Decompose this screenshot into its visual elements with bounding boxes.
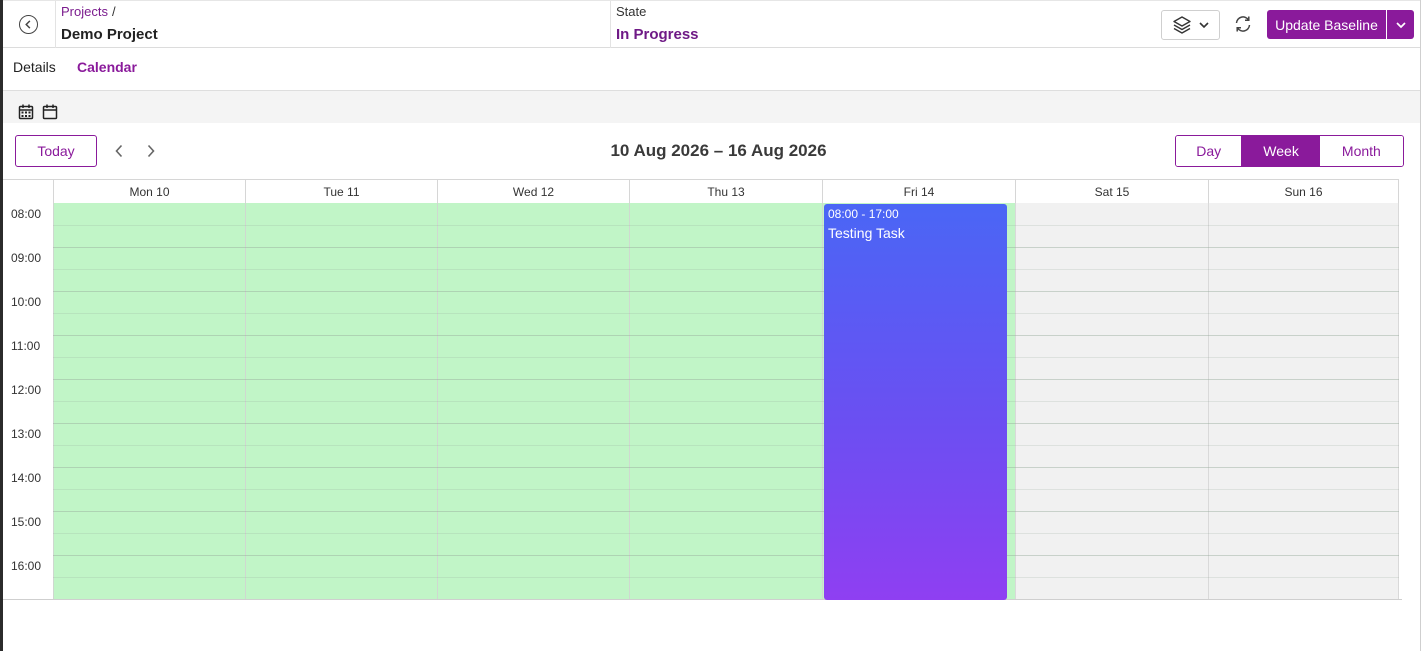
layers-dropdown-button[interactable] [1161, 10, 1220, 40]
day-header: Tue 11 [245, 179, 437, 203]
back-button[interactable] [19, 15, 38, 34]
half-hour-gridline [53, 269, 1399, 270]
breadcrumb-separator: / [111, 4, 116, 19]
half-hour-gridline [53, 357, 1399, 358]
day-header: Wed 12 [437, 179, 629, 203]
header-divider [610, 1, 611, 48]
refresh-icon [1235, 16, 1251, 32]
time-label: 08:00 [11, 207, 42, 221]
breadcrumb-projects-link[interactable]: Projects [61, 4, 108, 19]
view-week-button[interactable]: Week [1242, 136, 1320, 166]
view-month-button[interactable]: Month [1319, 136, 1403, 166]
tab-calendar[interactable]: Calendar [77, 59, 137, 75]
back-circle-icon [25, 20, 31, 29]
refresh-button[interactable] [1231, 12, 1255, 36]
tab-details[interactable]: Details [13, 59, 56, 75]
half-hour-gridline [53, 313, 1399, 314]
view-switcher: Day Week Month [1175, 135, 1404, 167]
state-label: State [616, 4, 647, 19]
day-header: Fri 14 [822, 179, 1015, 203]
hour-gridline [53, 511, 1399, 512]
time-label: 09:00 [11, 251, 42, 265]
time-label: 16:00 [11, 559, 42, 573]
update-baseline-button[interactable]: Update Baseline [1267, 10, 1386, 39]
half-hour-gridline [53, 401, 1399, 402]
time-label: 12:00 [11, 383, 42, 397]
day-header: Thu 13 [629, 179, 822, 203]
hour-gridline [53, 423, 1399, 424]
week-grid: Mon 10 Tue 11 Wed 12 Thu 13 Fri 14 Sat 15 Sun … [3, 179, 1402, 600]
half-hour-gridline [53, 445, 1399, 446]
update-baseline-menu-button[interactable] [1387, 10, 1414, 39]
grid-bottom-border [3, 599, 1402, 600]
page-title: Demo Project [61, 26, 158, 43]
day-header: Sun 16 [1208, 179, 1399, 203]
day-header: Mon 10 [53, 179, 245, 203]
time-label: 11:00 [11, 339, 41, 353]
calendar-grid-icon[interactable] [18, 104, 34, 120]
page-header: Projects / Demo Project State In Progress… [3, 0, 1420, 48]
half-hour-gridline [53, 577, 1399, 578]
hour-gridline [53, 291, 1399, 292]
half-hour-gridline [53, 225, 1399, 226]
time-gutter-header [3, 179, 53, 203]
hour-gridline [53, 379, 1399, 380]
calendar-event[interactable]: 08:00 - 17:00 Testing Task [824, 204, 1007, 600]
header-divider [55, 1, 56, 48]
event-title: Testing Task [828, 225, 905, 241]
breadcrumb: Projects / [61, 4, 116, 19]
chevron-down-icon [1198, 22, 1209, 29]
hour-gridline [53, 247, 1399, 248]
tab-bar: Details Calendar [3, 48, 1420, 91]
half-hour-gridline [53, 533, 1399, 534]
view-day-button[interactable]: Day [1176, 136, 1243, 166]
time-label: 13:00 [11, 427, 42, 441]
time-label: 15:00 [11, 515, 42, 529]
calendar-toolbar [3, 91, 1420, 123]
time-label: 14:00 [11, 471, 42, 485]
day-header: Sat 15 [1015, 179, 1208, 203]
hour-gridline [53, 467, 1399, 468]
calendar-icon[interactable] [42, 104, 58, 120]
layers-icon [1172, 16, 1191, 34]
time-label: 10:00 [11, 295, 42, 309]
chevron-down-icon [1395, 21, 1406, 28]
half-hour-gridline [53, 489, 1399, 490]
event-time: 08:00 - 17:00 [828, 207, 899, 221]
hour-gridline [53, 555, 1399, 556]
state-value: In Progress [616, 26, 699, 43]
hour-gridline [53, 335, 1399, 336]
